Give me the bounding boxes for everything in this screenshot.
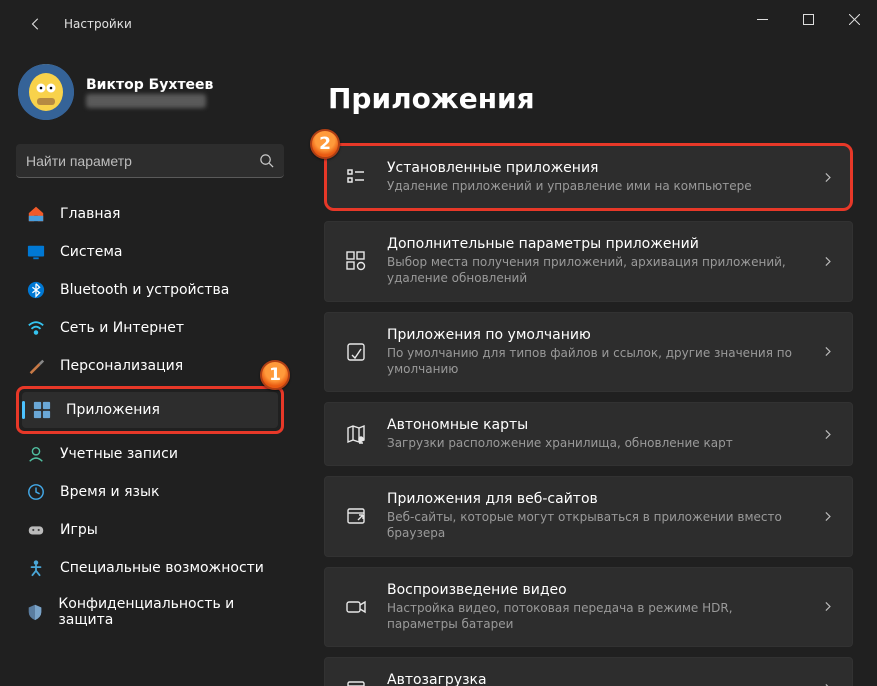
card-title: Автономные карты — [387, 417, 803, 433]
sidebar-item-accessibility[interactable]: Специальные возможности — [16, 550, 284, 586]
sidebar-item-label: Учетные записи — [60, 446, 178, 462]
sidebar-item-label: Сеть и Интернет — [60, 320, 184, 336]
sidebar-item-label: Система — [60, 244, 122, 260]
close-icon — [849, 14, 860, 25]
sidebar-item-label: Главная — [60, 206, 120, 222]
wifi-icon — [26, 318, 46, 338]
card-default-apps[interactable]: Приложения по умолчанию По умолчанию для… — [324, 312, 853, 392]
apps-icon — [32, 400, 52, 420]
maximize-icon — [803, 14, 814, 25]
close-button[interactable] — [831, 0, 877, 38]
window-share-icon — [343, 503, 369, 529]
user-info: Виктор Бухтеев — [86, 76, 213, 108]
chevron-right-icon — [821, 345, 834, 358]
card-title: Приложения для веб-сайтов — [387, 491, 803, 507]
nav-list: Главная Система Bluetooth и устройства С… — [16, 196, 284, 636]
sidebar-item-accounts[interactable]: Учетные записи — [16, 436, 284, 472]
system-icon — [26, 242, 46, 262]
sidebar-item-bluetooth[interactable]: Bluetooth и устройства — [16, 272, 284, 308]
sidebar-item-system[interactable]: Система — [16, 234, 284, 270]
avatar-image — [18, 64, 74, 120]
sidebar-item-label: Bluetooth и устройства — [60, 282, 229, 298]
sidebar-item-home[interactable]: Главная — [16, 196, 284, 232]
user-card[interactable]: Виктор Бухтеев — [16, 48, 284, 140]
startup-icon — [343, 676, 369, 686]
annotation-badge-1: 1 — [260, 360, 290, 390]
person-icon — [26, 444, 46, 464]
card-subtitle: Веб-сайты, которые могут открываться в п… — [387, 509, 803, 541]
card-subtitle: Настройка видео, потоковая передача в ре… — [387, 600, 803, 632]
video-icon — [343, 594, 369, 620]
main-content: Приложения Установленные приложения Удал… — [300, 48, 877, 686]
sidebar-item-privacy[interactable]: Конфиденциальность и защита — [16, 588, 284, 636]
default-apps-icon — [343, 339, 369, 365]
sidebar-item-label: Специальные возможности — [60, 560, 264, 576]
sidebar-item-label: Конфиденциальность и защита — [58, 596, 274, 628]
shield-icon — [26, 602, 44, 622]
card-title: Автозагрузка — [387, 672, 803, 686]
maximize-button[interactable] — [785, 0, 831, 38]
window-controls — [739, 0, 877, 38]
sidebar-item-label: Игры — [60, 522, 98, 538]
card-title: Установленные приложения — [387, 160, 803, 176]
search-input[interactable] — [26, 153, 259, 169]
brush-icon — [26, 356, 46, 376]
avatar — [18, 64, 74, 120]
user-name: Виктор Бухтеев — [86, 76, 213, 94]
list-icon — [343, 164, 369, 190]
chevron-right-icon — [821, 428, 834, 441]
card-title: Воспроизведение видео — [387, 582, 803, 598]
card-subtitle: Выбор места получения приложений, архива… — [387, 254, 803, 286]
sidebar-item-network[interactable]: Сеть и Интернет — [16, 310, 284, 346]
card-installed-apps[interactable]: Установленные приложения Удаление прилож… — [324, 143, 853, 211]
sidebar-item-time[interactable]: Время и язык — [16, 474, 284, 510]
back-button[interactable] — [20, 8, 52, 40]
card-title: Приложения по умолчанию — [387, 327, 803, 343]
sidebar-item-label: Приложения — [66, 402, 160, 418]
gamepad-icon — [26, 520, 46, 540]
home-icon — [26, 204, 46, 224]
annotation-badge-2: 2 — [310, 129, 340, 159]
card-subtitle: По умолчанию для типов файлов и ссылок, … — [387, 345, 803, 377]
clock-icon — [26, 482, 46, 502]
sidebar-item-apps[interactable]: Приложения — [22, 392, 278, 428]
minimize-button[interactable] — [739, 0, 785, 38]
sidebar-item-label: Время и язык — [60, 484, 159, 500]
sidebar-item-gaming[interactable]: Игры — [16, 512, 284, 548]
sidebar-item-personalization[interactable]: Персонализация — [16, 348, 284, 384]
card-offline-maps[interactable]: Автономные карты Загрузки расположение х… — [324, 402, 853, 466]
window-title: Настройки — [64, 17, 132, 31]
card-advanced-app-settings[interactable]: Дополнительные параметры приложений Выбо… — [324, 221, 853, 301]
user-email — [86, 94, 206, 108]
card-subtitle: Удаление приложений и управление ими на … — [387, 178, 803, 194]
chevron-right-icon — [821, 600, 834, 613]
annotation-highlight-1: Приложения — [16, 386, 284, 434]
chevron-right-icon — [821, 255, 834, 268]
map-icon — [343, 421, 369, 447]
chevron-right-icon — [821, 682, 834, 686]
card-startup[interactable]: Автозагрузка Приложения, которые запуска… — [324, 657, 853, 686]
sidebar-item-label: Персонализация — [60, 358, 183, 374]
chevron-right-icon — [821, 510, 834, 523]
minimize-icon — [757, 14, 768, 25]
search-icon — [259, 153, 274, 168]
bluetooth-icon — [26, 280, 46, 300]
card-apps-for-websites[interactable]: Приложения для веб-сайтов Веб-сайты, кот… — [324, 476, 853, 556]
card-title: Дополнительные параметры приложений — [387, 236, 803, 252]
chevron-right-icon — [821, 171, 834, 184]
search-box[interactable] — [16, 144, 284, 178]
card-video-playback[interactable]: Воспроизведение видео Настройка видео, п… — [324, 567, 853, 647]
settings-cards: Установленные приложения Удаление прилож… — [324, 143, 853, 686]
sidebar: Виктор Бухтеев Главная Система — [0, 48, 300, 686]
page-title: Приложения — [328, 82, 853, 115]
arrow-left-icon — [29, 17, 43, 31]
accessibility-icon — [26, 558, 46, 578]
card-subtitle: Загрузки расположение хранилища, обновле… — [387, 435, 803, 451]
apps-settings-icon — [343, 248, 369, 274]
titlebar: Настройки — [0, 0, 877, 48]
